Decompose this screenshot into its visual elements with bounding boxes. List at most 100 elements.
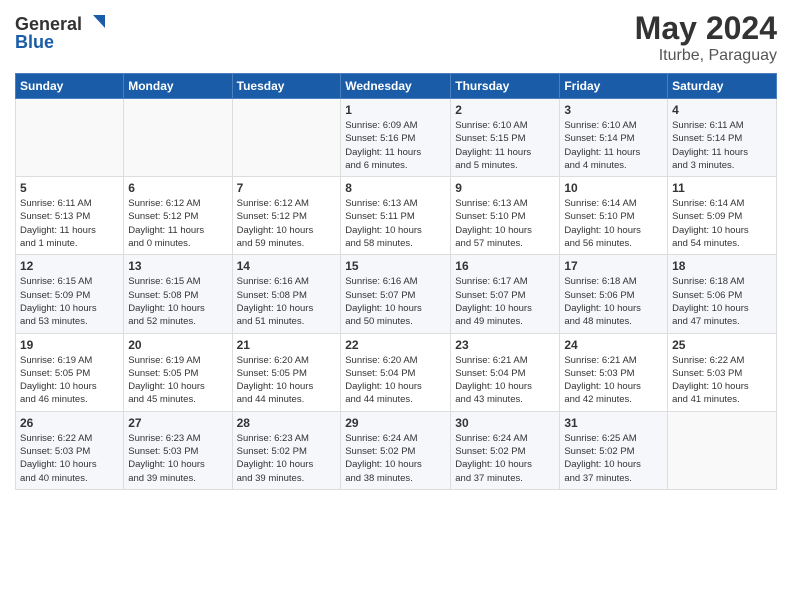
page-subtitle: Iturbe, Paraguay	[635, 47, 777, 65]
calendar-cell: 22Sunrise: 6:20 AM Sunset: 5:04 PM Dayli…	[341, 333, 451, 411]
calendar-cell: 21 Sunrise: 6:20 AM Sunset: 5:05 PM Dayli…	[232, 333, 341, 411]
day-number: 11	[672, 181, 772, 195]
day-info: Sunrise: 6:20 AM Sunset: 5:04 PM Dayligh…	[345, 354, 446, 407]
title-area: May 2024 Iturbe, Paraguay	[635, 10, 777, 65]
day-number: 17	[564, 259, 663, 273]
calendar-cell: 15 Sunrise: 6:16 AM Sunset: 5:07 PM Dayli…	[341, 255, 451, 333]
calendar-cell: 2 Sunrise: 6:10 AM Sunset: 5:15 PM Daylig…	[451, 99, 560, 177]
day-number: 4	[672, 103, 772, 117]
calendar-cell	[668, 411, 777, 489]
day-number: 26	[20, 416, 119, 430]
day-number: 31	[564, 416, 663, 430]
header-thursday: Thursday	[451, 74, 560, 99]
day-info: Sunrise: 6:14 AM Sunset: 5:09 PM Dayligh…	[672, 197, 772, 250]
day-number: 27	[128, 416, 227, 430]
calendar-cell: 13 Sunrise: 6:15 AM Sunset: 5:08 PM Dayli…	[124, 255, 232, 333]
calendar-cell: 14 Sunrise: 6:16 AM Sunset: 5:08 PM Dayli…	[232, 255, 341, 333]
header: General Blue May 2024 Iturbe, Paraguay	[15, 10, 777, 65]
day-number: 25	[672, 338, 772, 352]
day-info: Sunrise: 6:21 AM Sunset: 5:03 PM Dayligh…	[564, 354, 663, 407]
calendar-cell: 30Sunrise: 6:24 AM Sunset: 5:02 PM Dayli…	[451, 411, 560, 489]
calendar-cell: 24 Sunrise: 6:21 AM Sunset: 5:03 PM Dayli…	[560, 333, 668, 411]
day-info: Sunrise: 6:25 AM Sunset: 5:02 PM Dayligh…	[564, 432, 663, 485]
calendar-table: Sunday Monday Tuesday Wednesday Thursday…	[15, 73, 777, 490]
day-number: 5	[20, 181, 119, 195]
day-number: 18	[672, 259, 772, 273]
day-number: 7	[237, 181, 337, 195]
calendar-week-3: 12Sunrise: 6:15 AM Sunset: 5:09 PM Dayli…	[16, 255, 777, 333]
calendar-week-1: 1 Sunrise: 6:09 AM Sunset: 5:16 PM Daylig…	[16, 99, 777, 177]
day-info: Sunrise: 6:16 AM Sunset: 5:07 PM Dayligh…	[345, 275, 446, 328]
day-info: Sunrise: 6:10 AM Sunset: 5:15 PM Dayligh…	[455, 119, 555, 172]
header-sunday: Sunday	[16, 74, 124, 99]
calendar-cell: 7 Sunrise: 6:12 AM Sunset: 5:12 PM Daylig…	[232, 177, 341, 255]
calendar-cell	[232, 99, 341, 177]
header-tuesday: Tuesday	[232, 74, 341, 99]
calendar-week-4: 19 Sunrise: 6:19 AM Sunset: 5:05 PM Dayli…	[16, 333, 777, 411]
calendar-cell: 29Sunrise: 6:24 AM Sunset: 5:02 PM Dayli…	[341, 411, 451, 489]
logo-area: General Blue	[15, 10, 110, 60]
calendar-cell: 6Sunrise: 6:12 AM Sunset: 5:12 PM Daylig…	[124, 177, 232, 255]
calendar-cell: 3Sunrise: 6:10 AM Sunset: 5:14 PM Daylig…	[560, 99, 668, 177]
calendar-week-2: 5 Sunrise: 6:11 AM Sunset: 5:13 PM Daylig…	[16, 177, 777, 255]
svg-text:Blue: Blue	[15, 32, 54, 52]
day-info: Sunrise: 6:19 AM Sunset: 5:05 PM Dayligh…	[128, 354, 227, 407]
day-info: Sunrise: 6:22 AM Sunset: 5:03 PM Dayligh…	[672, 354, 772, 407]
day-info: Sunrise: 6:23 AM Sunset: 5:02 PM Dayligh…	[237, 432, 337, 485]
day-number: 10	[564, 181, 663, 195]
calendar-week-5: 26 Sunrise: 6:22 AM Sunset: 5:03 PM Dayli…	[16, 411, 777, 489]
day-info: Sunrise: 6:16 AM Sunset: 5:08 PM Dayligh…	[237, 275, 337, 328]
day-info: Sunrise: 6:10 AM Sunset: 5:14 PM Dayligh…	[564, 119, 663, 172]
day-info: Sunrise: 6:11 AM Sunset: 5:13 PM Dayligh…	[20, 197, 119, 250]
day-info: Sunrise: 6:15 AM Sunset: 5:08 PM Dayligh…	[128, 275, 227, 328]
day-info: Sunrise: 6:11 AM Sunset: 5:14 PM Dayligh…	[672, 119, 772, 172]
day-info: Sunrise: 6:19 AM Sunset: 5:05 PM Dayligh…	[20, 354, 119, 407]
day-info: Sunrise: 6:14 AM Sunset: 5:10 PM Dayligh…	[564, 197, 663, 250]
day-number: 21	[237, 338, 337, 352]
logo: General Blue	[15, 10, 110, 60]
day-info: Sunrise: 6:13 AM Sunset: 5:11 PM Dayligh…	[345, 197, 446, 250]
day-info: Sunrise: 6:22 AM Sunset: 5:03 PM Dayligh…	[20, 432, 119, 485]
day-info: Sunrise: 6:20 AM Sunset: 5:05 PM Dayligh…	[237, 354, 337, 407]
day-info: Sunrise: 6:17 AM Sunset: 5:07 PM Dayligh…	[455, 275, 555, 328]
day-number: 19	[20, 338, 119, 352]
day-info: Sunrise: 6:24 AM Sunset: 5:02 PM Dayligh…	[455, 432, 555, 485]
day-number: 2	[455, 103, 555, 117]
day-info: Sunrise: 6:18 AM Sunset: 5:06 PM Dayligh…	[672, 275, 772, 328]
day-info: Sunrise: 6:09 AM Sunset: 5:16 PM Dayligh…	[345, 119, 446, 172]
calendar-cell: 20Sunrise: 6:19 AM Sunset: 5:05 PM Dayli…	[124, 333, 232, 411]
day-number: 24	[564, 338, 663, 352]
calendar-cell: 1 Sunrise: 6:09 AM Sunset: 5:16 PM Daylig…	[341, 99, 451, 177]
day-number: 14	[237, 259, 337, 273]
day-number: 8	[345, 181, 446, 195]
header-wednesday: Wednesday	[341, 74, 451, 99]
day-info: Sunrise: 6:21 AM Sunset: 5:04 PM Dayligh…	[455, 354, 555, 407]
calendar-cell: 8 Sunrise: 6:13 AM Sunset: 5:11 PM Daylig…	[341, 177, 451, 255]
day-info: Sunrise: 6:13 AM Sunset: 5:10 PM Dayligh…	[455, 197, 555, 250]
day-number: 15	[345, 259, 446, 273]
svg-text:General: General	[15, 14, 82, 34]
calendar-cell: 11 Sunrise: 6:14 AM Sunset: 5:09 PM Dayli…	[668, 177, 777, 255]
day-number: 9	[455, 181, 555, 195]
day-number: 1	[345, 103, 446, 117]
calendar-cell: 12Sunrise: 6:15 AM Sunset: 5:09 PM Dayli…	[16, 255, 124, 333]
calendar-cell: 27Sunrise: 6:23 AM Sunset: 5:03 PM Dayli…	[124, 411, 232, 489]
calendar-cell: 18 Sunrise: 6:18 AM Sunset: 5:06 PM Dayli…	[668, 255, 777, 333]
day-number: 13	[128, 259, 227, 273]
calendar-cell	[16, 99, 124, 177]
page: General Blue May 2024 Iturbe, Paraguay S…	[0, 0, 792, 500]
calendar-cell: 25 Sunrise: 6:22 AM Sunset: 5:03 PM Dayli…	[668, 333, 777, 411]
calendar-cell: 19 Sunrise: 6:19 AM Sunset: 5:05 PM Dayli…	[16, 333, 124, 411]
day-info: Sunrise: 6:18 AM Sunset: 5:06 PM Dayligh…	[564, 275, 663, 328]
calendar-cell: 26 Sunrise: 6:22 AM Sunset: 5:03 PM Dayli…	[16, 411, 124, 489]
calendar-cell: 17 Sunrise: 6:18 AM Sunset: 5:06 PM Dayli…	[560, 255, 668, 333]
calendar-cell: 4 Sunrise: 6:11 AM Sunset: 5:14 PM Daylig…	[668, 99, 777, 177]
day-info: Sunrise: 6:15 AM Sunset: 5:09 PM Dayligh…	[20, 275, 119, 328]
day-number: 16	[455, 259, 555, 273]
calendar-cell: 9 Sunrise: 6:13 AM Sunset: 5:10 PM Daylig…	[451, 177, 560, 255]
calendar-cell	[124, 99, 232, 177]
day-info: Sunrise: 6:12 AM Sunset: 5:12 PM Dayligh…	[237, 197, 337, 250]
header-saturday: Saturday	[668, 74, 777, 99]
calendar-cell: 23Sunrise: 6:21 AM Sunset: 5:04 PM Dayli…	[451, 333, 560, 411]
header-monday: Monday	[124, 74, 232, 99]
